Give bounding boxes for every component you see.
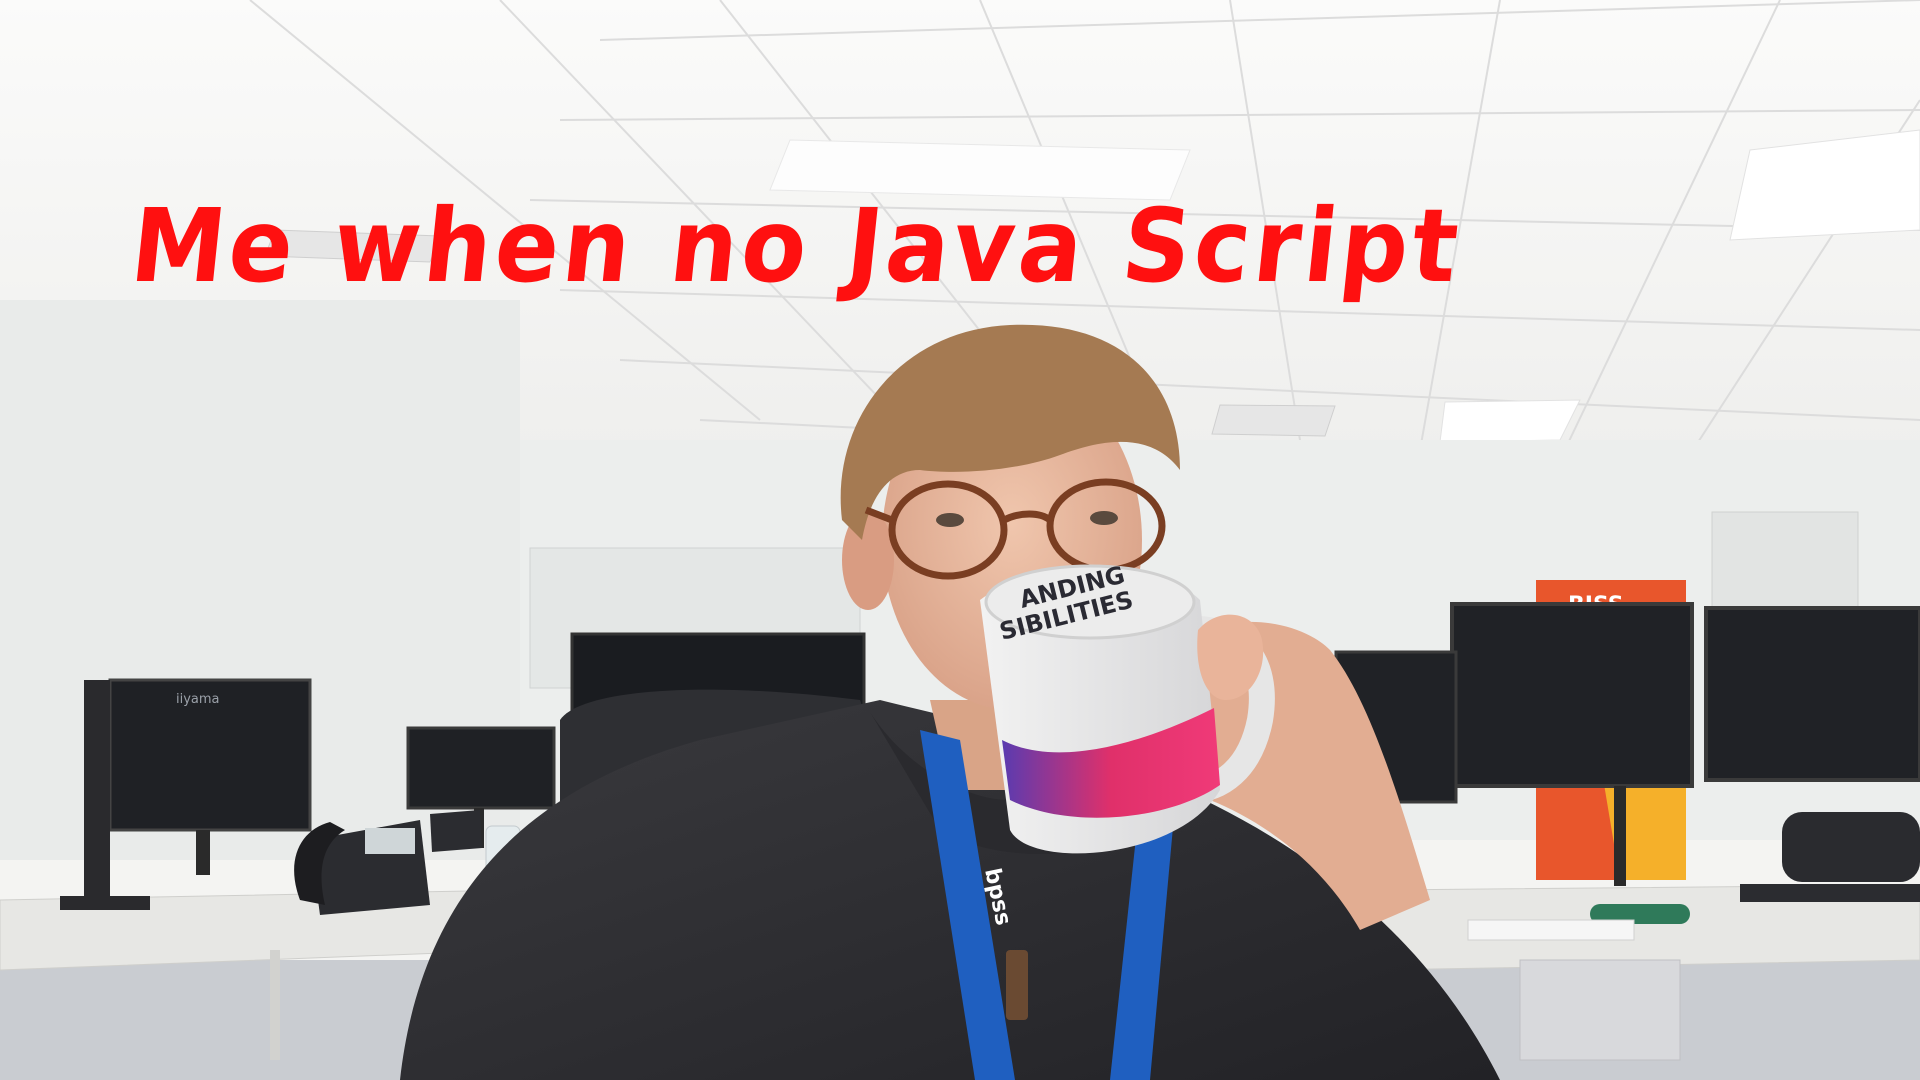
desk-phone [430, 810, 482, 852]
ceiling-light [1439, 399, 1581, 443]
desk-leg [270, 950, 280, 1060]
monitor-far-right [1704, 606, 1920, 782]
lanyard-clip [1006, 950, 1028, 1020]
meme-caption: Me when no Java Script [125, 188, 1468, 306]
desk-phone [294, 820, 430, 915]
right-door [1711, 511, 1859, 613]
ceiling-vent [1211, 404, 1336, 437]
office-photo: BISS iiyama [0, 0, 1920, 1080]
monitor-arm-base [60, 896, 150, 910]
eye [936, 513, 964, 527]
meme-frame: BISS iiyama [0, 0, 1920, 1080]
keyboard [1740, 884, 1920, 902]
bag [1782, 812, 1920, 882]
monitor-arm [84, 680, 110, 910]
monitor-brand: iiyama [176, 692, 220, 707]
paper [1467, 919, 1635, 941]
cabinet [1519, 959, 1681, 1061]
eye [1090, 511, 1118, 525]
